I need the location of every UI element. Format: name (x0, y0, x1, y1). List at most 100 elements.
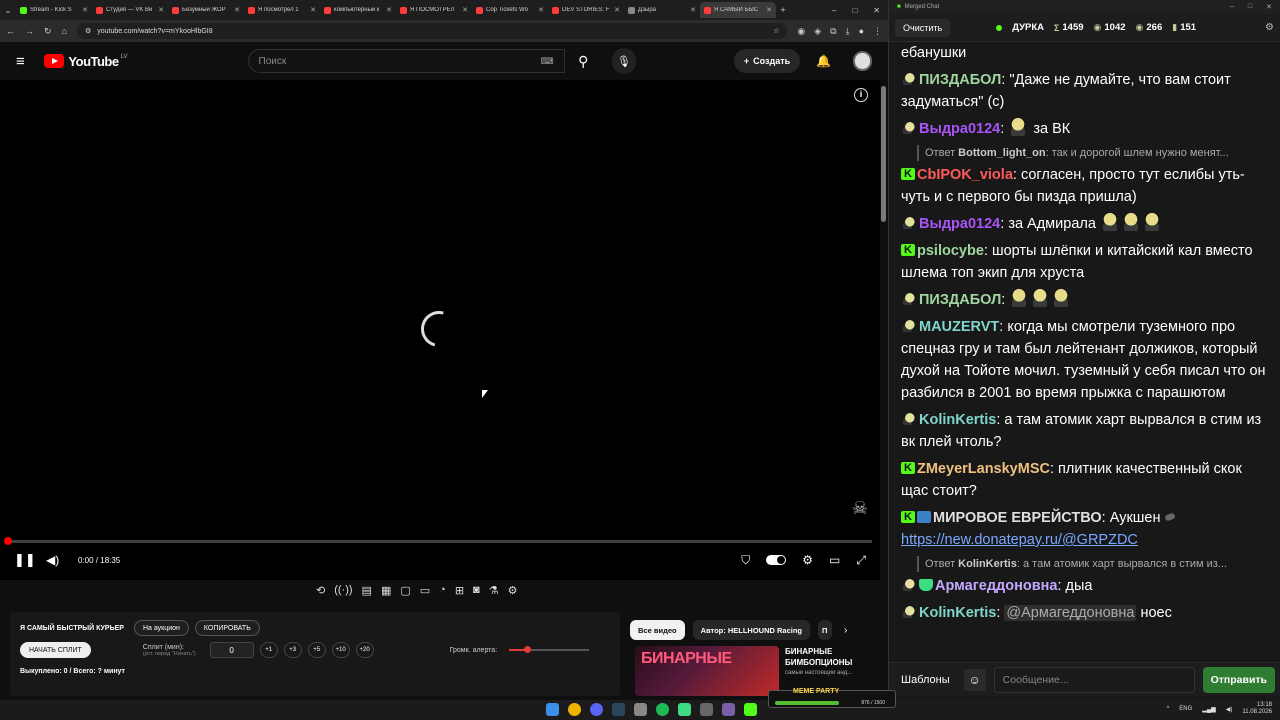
browser-tab[interactable]: компьютерный к ✕ (320, 2, 396, 18)
create-button[interactable]: + Создать (733, 49, 801, 73)
scrubber-handle[interactable] (4, 537, 12, 545)
tab-close-icon[interactable]: ✕ (310, 6, 316, 14)
menu-icon[interactable]: ≡ (16, 53, 36, 70)
chat-username[interactable]: KolinKertis (919, 412, 996, 428)
flask-icon[interactable]: ⚗ (489, 584, 499, 597)
site-info-icon[interactable]: ⚙ (85, 27, 91, 35)
settings-gear-icon[interactable]: ⚙ (1265, 22, 1274, 33)
chat-message[interactable]: Армагеддоновна: дыа (901, 575, 1269, 597)
playlist-icon[interactable]: ▤ (362, 584, 372, 597)
tab-close-icon[interactable]: ✕ (234, 6, 240, 14)
chat-username[interactable]: Выдра0124 (919, 216, 1000, 232)
tray-chevron-icon[interactable]: ^ (1166, 706, 1169, 712)
audio-icon[interactable]: ((·)) (334, 584, 352, 597)
chat-message[interactable]: KolinKertis: @Армагеддоновна ноес (901, 602, 1269, 624)
extension-icon[interactable]: ◉ (797, 26, 805, 37)
home-icon[interactable]: ⌂ (62, 26, 67, 36)
youtube-logo[interactable]: YouTube LV (44, 54, 128, 69)
chip-all-videos[interactable]: Все видео (630, 620, 685, 640)
chat-message[interactable]: ПИЗДАБОЛ: (901, 289, 1269, 311)
tab-close-icon[interactable]: ✕ (82, 6, 88, 14)
close-icon[interactable]: ✕ (1266, 3, 1272, 11)
browser-tab[interactable]: Cop Tickets Wo ✕ (472, 2, 548, 18)
slider-knob[interactable] (523, 646, 531, 653)
progress-bar[interactable] (8, 540, 872, 543)
chat-message[interactable]: psilocybe: шорты шлёпки и китайский кал … (901, 239, 1269, 284)
sponsorblock-shield-icon[interactable]: ⛉ (741, 553, 750, 568)
recommended-video[interactable]: БИНАРНЫЕ БИНАРНЫЕ БИМБОПЦИОНЫ самый наст… (635, 646, 885, 696)
app-icon[interactable] (678, 703, 691, 716)
fullscreen-icon[interactable]: ⤢ (856, 553, 866, 568)
reply-context[interactable]: Ответ Bottom_light_on: так и дорогой шле… (917, 145, 1269, 161)
chat-message[interactable]: CbIPOK_viola: согласен, просто тут еслиб… (901, 163, 1269, 208)
close-icon[interactable]: ✕ (873, 6, 880, 15)
browser-tab[interactable]: DEV STORIES: F ✕ (548, 2, 624, 18)
tab-close-icon[interactable]: ✕ (158, 6, 164, 14)
split-add-chip[interactable]: +10 (331, 642, 350, 658)
notifications-bell-icon[interactable]: 🔔 (816, 54, 831, 68)
reload-icon[interactable]: ↻ (44, 26, 52, 37)
tab-search-icon[interactable]: ⌄ (0, 6, 16, 15)
new-tab-button[interactable]: + (776, 5, 790, 15)
browser-tab[interactable]: Безумный ЖОР ✕ (168, 2, 244, 18)
split-add-chip[interactable]: +20 (355, 642, 374, 658)
extension-puzzle-icon[interactable]: ⧉ (830, 26, 836, 37)
chat-message[interactable]: ебанушки (901, 42, 1269, 64)
page-scrollbar[interactable] (881, 86, 886, 222)
speedometer-icon[interactable]: ◔ (439, 584, 446, 597)
settings-gear-icon[interactable]: ⚙ (802, 553, 813, 567)
chat-message[interactable]: KolinKertis: а там атомик харт вырвался … (901, 409, 1269, 453)
video-title[interactable]: БИНАРНЫЕ БИМБОПЦИОНЫ (785, 646, 885, 668)
chat-username[interactable]: Выдра0124 (919, 121, 1000, 137)
chat-message[interactable]: Выдра0124: за Адмирала (901, 213, 1269, 235)
avatar[interactable] (853, 51, 872, 71)
minimize-icon[interactable]: – (1230, 3, 1234, 11)
chevron-right-icon[interactable]: › (844, 625, 847, 636)
chat-username[interactable]: МИРОВОЕ ЕВРЕЙСТВО (933, 510, 1102, 526)
picture-icon[interactable]: ▢ (400, 584, 410, 597)
browser-tab[interactable]: Я САМЫЙ БЫС ✕ (700, 2, 776, 18)
chip-author[interactable]: Автор: HELLHOUND Racing (692, 620, 810, 640)
chat-username[interactable]: Армагеддоновна (935, 578, 1057, 594)
chat-username[interactable]: KolinKertis (919, 605, 996, 621)
tab-close-icon[interactable]: ✕ (766, 6, 772, 14)
minimize-icon[interactable]: – (832, 6, 836, 15)
settings-icon[interactable]: ⚙ (508, 584, 518, 597)
message-input[interactable]: Сообщение... (993, 666, 1195, 693)
chrome-icon[interactable] (568, 703, 581, 716)
bookmark-star-icon[interactable]: ☆ (773, 27, 779, 35)
reply-context[interactable]: Ответ KolinKertis: а там атомик харт выр… (917, 556, 1269, 572)
spotify-icon[interactable] (656, 703, 669, 716)
search-button[interactable]: ⚲ (565, 49, 602, 73)
info-icon[interactable]: i (854, 88, 868, 102)
app-icon[interactable] (722, 703, 735, 716)
chat-username[interactable]: CbIPOK_viola (917, 167, 1013, 183)
channel-watermark-icon[interactable]: ☠ (848, 498, 872, 524)
extension-icon[interactable]: ◈ (814, 26, 821, 37)
tab-close-icon[interactable]: ✕ (462, 6, 468, 14)
url-field[interactable]: ⚙ youtube.com/watch?v=mYkooHlbGI8 ☆ (76, 23, 788, 39)
templates-button[interactable]: Шаблоны (895, 668, 956, 692)
chip-more[interactable]: П (818, 620, 832, 640)
tab-close-icon[interactable]: ✕ (386, 6, 392, 14)
tab-close-icon[interactable]: ✕ (690, 6, 696, 14)
language-indicator[interactable]: ENG (1179, 706, 1192, 712)
user-mention[interactable]: @Армагеддоновна (1004, 605, 1137, 621)
browser-tab[interactable]: Студия — VK Ви ✕ (92, 2, 168, 18)
profile-icon[interactable]: ● (859, 26, 864, 37)
chat-username[interactable]: psilocybe (917, 243, 984, 259)
kick-icon[interactable] (744, 703, 757, 716)
chat-message[interactable]: ZMeyerLanskyMSC: плитник качественный ск… (901, 457, 1269, 502)
reply-username[interactable]: KolinKertis (958, 558, 1017, 570)
autoplay-toggle[interactable] (766, 555, 787, 565)
search-input[interactable]: Поиск ⌨ (247, 49, 565, 73)
emoji-icon[interactable]: ☺ (963, 668, 986, 691)
network-icon[interactable]: ▂▄▆ (1202, 706, 1215, 713)
frame-icon[interactable]: ▭ (420, 584, 430, 597)
reply-username[interactable]: Bottom_light_on (958, 147, 1045, 159)
browser-tab[interactable]: Я посмотрел 1 ✕ (244, 2, 320, 18)
maximize-icon[interactable]: □ (852, 6, 857, 15)
clear-chat-button[interactable]: Очистить (895, 18, 951, 37)
camera-icon[interactable]: ◙ (473, 584, 480, 597)
message-link[interactable]: https://new.donatepay.ru/@GRPZDC (901, 532, 1138, 548)
